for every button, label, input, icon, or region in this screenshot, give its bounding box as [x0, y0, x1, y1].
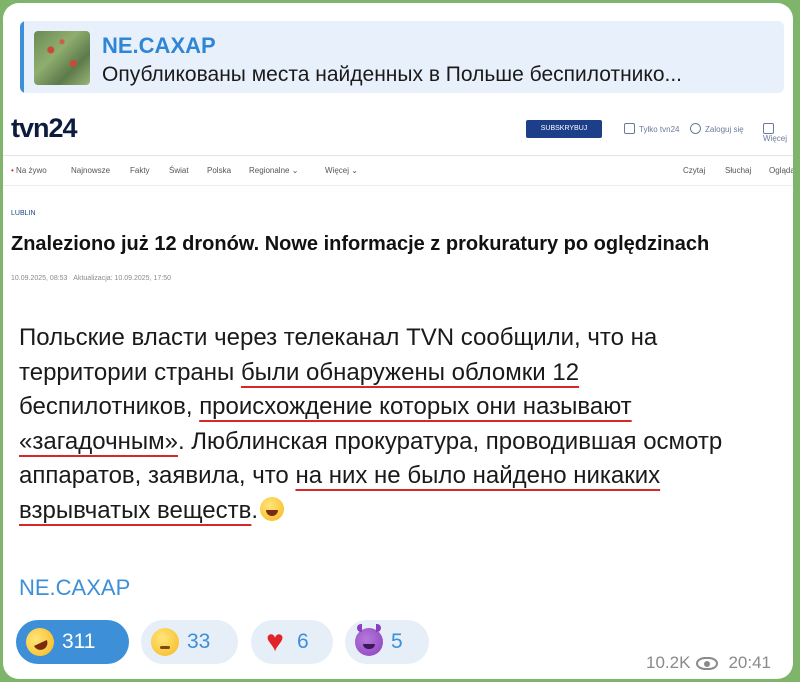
views-count: 10.2K	[646, 653, 691, 672]
heart-icon: ♥	[266, 625, 284, 658]
eye-icon	[696, 656, 719, 670]
menu-icon	[763, 123, 774, 134]
subscribe-button: SUBSKRYBUJ	[526, 120, 602, 138]
nav-read: Czytaj	[683, 166, 706, 175]
header-link-login: Zaloguj się	[690, 123, 744, 134]
divider	[3, 185, 793, 186]
tv-icon	[624, 123, 635, 134]
reaction-rofl[interactable]: 311	[16, 620, 129, 664]
user-icon	[690, 123, 701, 134]
article-headline: Znaleziono już 12 dronów. Nowe informacj…	[11, 233, 710, 255]
message-time: 20:41	[728, 653, 771, 672]
reply-text: Опубликованы места найденных в Польше бе…	[102, 63, 683, 86]
reply-accent-bar	[20, 21, 24, 93]
nav-item-world: Świat	[169, 166, 189, 175]
article-section: LUBLIN	[11, 210, 36, 217]
message-meta: 10.2K 20:41	[646, 653, 771, 673]
reaction-thinking[interactable]: 33	[141, 620, 238, 664]
reaction-heart[interactable]: ♥ 6	[251, 620, 333, 664]
reaction-count: 5	[391, 630, 403, 653]
message-bubble: NE.CAXAP Опубликованы места найденных в …	[3, 3, 793, 679]
channel-signature-link[interactable]: NE.CAXAP	[19, 575, 130, 601]
rofl-emoji-icon	[21, 623, 59, 661]
reply-preview[interactable]: NE.CAXAP Опубликованы места найденных в …	[20, 21, 784, 93]
reaction-count: 33	[187, 630, 211, 653]
laughing-emoji-icon	[260, 496, 285, 521]
nav-item-newest: Najnowsze	[71, 166, 111, 175]
nav-item-regional: Regionalne ⌄	[249, 166, 299, 175]
tvn24-logo: tvn24	[11, 113, 78, 143]
embedded-screenshot[interactable]: tvn24 SUBSKRYBUJ Tylko tvn24 Zaloguj się…	[3, 103, 793, 293]
thinking-emoji-icon	[151, 628, 179, 656]
article-date: 10.09.2025, 08:53 Aktualizacja: 10.09.20…	[11, 275, 171, 282]
nav-watch: Oglądaj	[769, 166, 793, 175]
nav-item-poland: Polska	[207, 166, 232, 175]
nav-item-fakty: Fakty	[130, 166, 150, 175]
post-text: Польские власти через телеканал TVN сооб…	[19, 324, 723, 524]
reply-title: NE.CAXAP	[102, 33, 216, 58]
nav-listen: Słuchaj	[725, 166, 752, 175]
underlined-phrase: были обнаружены обломки 12	[240, 358, 580, 386]
nav-item-more: Więcej ⌄	[325, 166, 358, 175]
devil-emoji-icon	[355, 624, 383, 656]
divider	[3, 155, 793, 156]
reaction-devil[interactable]: 5	[345, 620, 429, 664]
reaction-count: 311	[62, 630, 96, 653]
nav-item-live: • Na żywo	[11, 166, 47, 175]
reaction-count: 6	[297, 630, 309, 653]
header-link-more: Więcej	[763, 123, 793, 143]
header-link-tylko: Tylko tvn24	[624, 123, 679, 134]
reply-thumbnail-map	[34, 31, 90, 85]
